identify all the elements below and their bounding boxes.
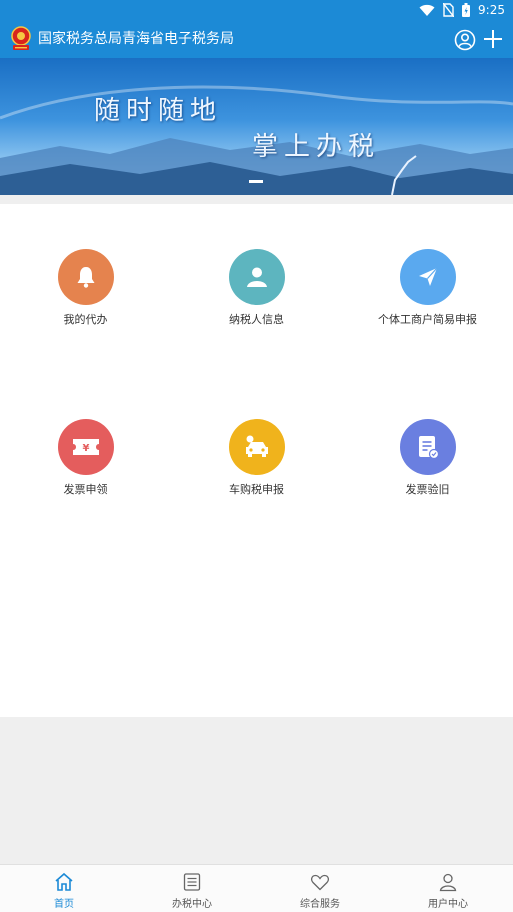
app-header: 国家税务总局青海省电子税务局 <box>0 22 513 58</box>
plus-icon[interactable] <box>482 28 504 50</box>
bottom-tab-bar: 首页 办税中心 综合服务 用户中心 <box>0 864 513 912</box>
user-icon <box>439 873 457 892</box>
list-icon <box>183 873 201 891</box>
grid-item-invoice-apply[interactable]: ¥ 发票申领 <box>0 419 171 539</box>
status-bar: 9:25 <box>0 0 513 22</box>
grid-item-vehicle-tax[interactable]: 车购税申报 <box>171 419 342 539</box>
banner-slogan-line2: 掌上办税 <box>252 132 381 162</box>
car-icon <box>229 419 285 475</box>
grid-item-my-todo[interactable]: 我的代办 <box>0 249 171 369</box>
wifi-icon <box>419 4 435 16</box>
app-title: 国家税务总局青海省电子税务局 <box>38 31 234 47</box>
user-icon[interactable] <box>454 29 476 51</box>
no-sim-icon <box>443 3 455 17</box>
tab-label: 用户中心 <box>428 899 468 910</box>
grid-label: 发票验旧 <box>405 483 450 496</box>
grid-item-simple-declaration[interactable]: 个体工商户简易申报 <box>342 249 513 369</box>
banner-carousel[interactable]: 随时随地 掌上办税 <box>0 58 513 195</box>
tab-label: 办税中心 <box>172 899 212 910</box>
bell-icon <box>58 249 114 305</box>
paper-plane-icon <box>400 249 456 305</box>
tab-label: 综合服务 <box>300 899 340 910</box>
emblem-logo-icon <box>11 26 31 50</box>
battery-icon <box>462 3 471 17</box>
carousel-indicator[interactable] <box>249 180 263 183</box>
grid-item-taxpayer-info[interactable]: 纳税人信息 <box>171 249 342 369</box>
function-grid: 我的代办 纳税人信息 个体工商户简易申报 ¥ 发票申领 车购税申报 发票验旧 <box>0 204 513 717</box>
grid-label: 车购税申报 <box>229 483 284 496</box>
status-icons: 9:25 <box>419 3 505 17</box>
grid-label: 发票申领 <box>63 483 108 496</box>
status-time: 9:25 <box>478 3 505 17</box>
tab-services[interactable]: 综合服务 <box>256 865 384 912</box>
grid-label: 纳税人信息 <box>229 313 284 326</box>
grid-label: 我的代办 <box>63 313 108 326</box>
heart-icon <box>310 874 330 891</box>
home-icon <box>55 872 73 891</box>
person-icon <box>229 249 285 305</box>
tab-home[interactable]: 首页 <box>0 865 128 912</box>
tab-label: 首页 <box>54 899 74 910</box>
grid-item-invoice-verify[interactable]: 发票验旧 <box>342 419 513 539</box>
tab-tax-center[interactable]: 办税中心 <box>128 865 256 912</box>
ticket-icon: ¥ <box>58 419 114 475</box>
tab-user-center[interactable]: 用户中心 <box>384 865 512 912</box>
document-icon <box>400 419 456 475</box>
banner-slogan-line1: 随时随地 <box>94 96 223 126</box>
grid-label: 个体工商户简易申报 <box>378 313 477 326</box>
svg-text:¥: ¥ <box>83 443 90 454</box>
